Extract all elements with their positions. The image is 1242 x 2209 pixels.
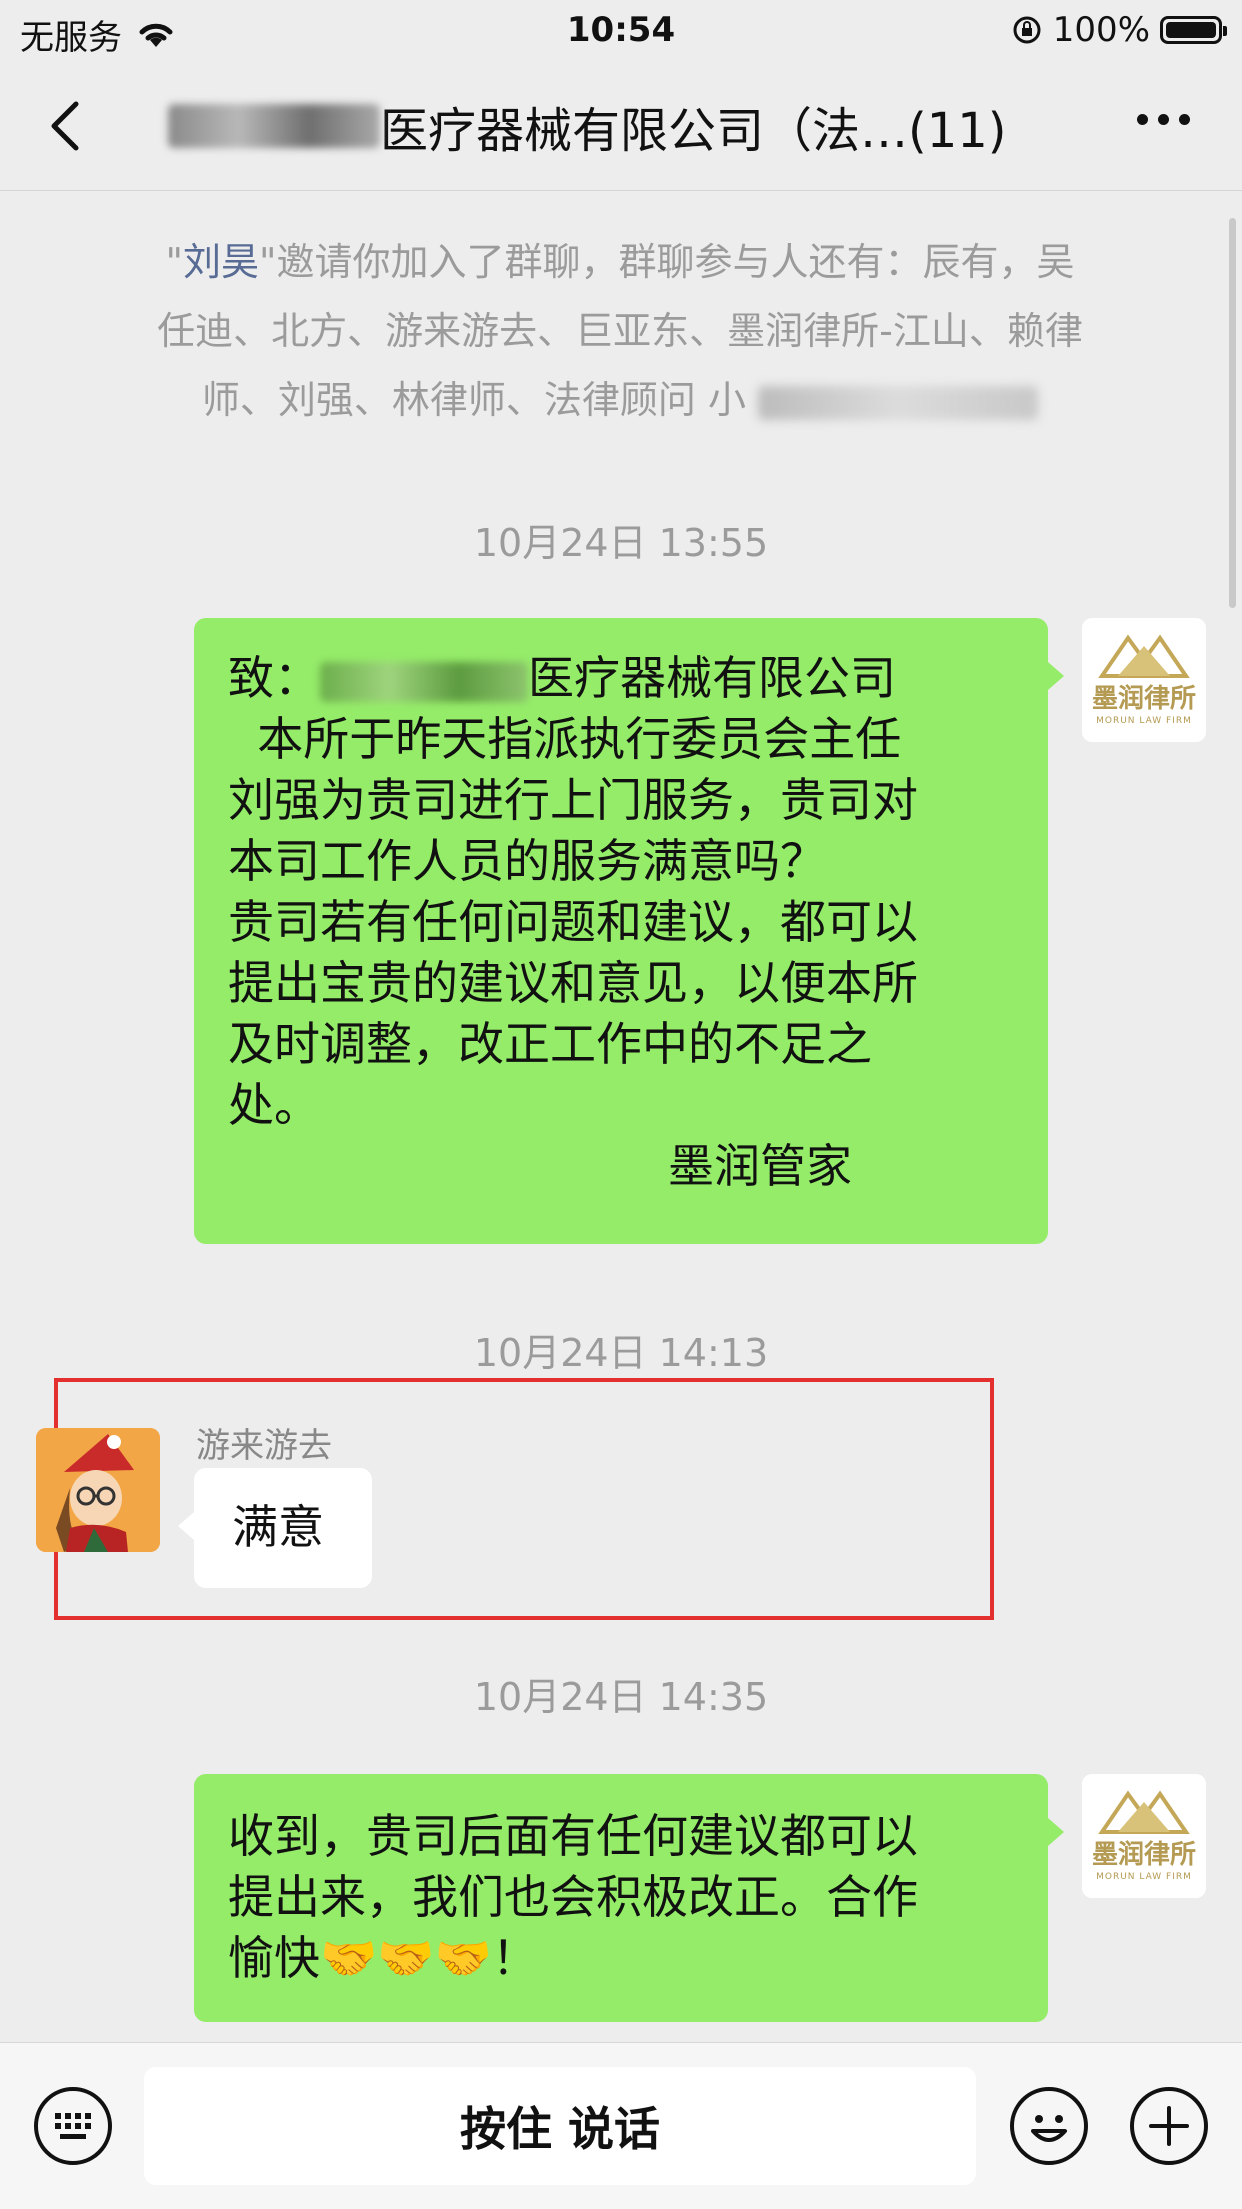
- hold-to-talk-button[interactable]: 按住 说话: [144, 2067, 976, 2185]
- notice-line3: 师、刘强、林律师、法律顾问 小: [201, 378, 746, 422]
- message-line: 愉快🤝🤝🤝！: [228, 1931, 538, 1985]
- inviter-name[interactable]: 刘昊: [183, 240, 259, 284]
- status-right: 100%: [1011, 10, 1227, 50]
- message-line: 及时调整，改正工作中的不足之: [228, 1017, 872, 1071]
- notice-line1: "邀请你加入了群聊，群聊参与人还有：辰有，吴: [259, 240, 1075, 284]
- user-avatar[interactable]: [36, 1428, 160, 1552]
- notice-quote-open: ": [165, 240, 183, 284]
- incoming-message-bubble[interactable]: 满意: [194, 1468, 372, 1588]
- message-line: 贵司若有任何问题和建议，都可以: [228, 895, 918, 949]
- chat-title-text: 医疗器械有限公司（法…(11): [380, 103, 1007, 159]
- redacted-company-name: [320, 661, 528, 702]
- firm-avatar-name: 墨润律所: [1091, 684, 1196, 714]
- firm-avatar[interactable]: 墨润律所 MORUN LAW FIRM: [1082, 1774, 1206, 1898]
- message-line: 刘强为贵司进行上门服务，贵司对: [228, 773, 918, 827]
- bubble-tail: [178, 1512, 194, 1540]
- chat-input-bar: 按住 说话: [0, 2042, 1242, 2209]
- redacted-contact: [758, 385, 1039, 420]
- message-line: 致： 医疗器械有限公司: [228, 651, 896, 705]
- message-timestamp: 10月24日 14:13: [473, 1331, 769, 1375]
- outgoing-message-bubble[interactable]: 致： 医疗器械有限公司 本所于昨天指派执行委员会主任 刘强为贵司进行上门服务，贵司…: [194, 618, 1048, 1244]
- message-timestamp: 10月24日 13:55: [473, 521, 769, 565]
- message-line: 本所于昨天指派执行委员会主任: [228, 712, 902, 766]
- back-chevron-icon[interactable]: [40, 98, 96, 154]
- orientation-lock-icon: [1013, 16, 1041, 44]
- group-join-notice: "刘昊"邀请你加入了群聊，群聊参与人还有：辰有，吴 任迪、北方、游来游去、巨亚东…: [90, 228, 1150, 435]
- sender-name: 游来游去: [196, 1426, 332, 1466]
- outgoing-message-bubble[interactable]: 收到，贵司后面有任何建议都可以 提出来，我们也会积极改正。合作 愉快🤝🤝🤝！: [194, 1774, 1048, 2022]
- mountain-logo-icon: [1098, 634, 1190, 678]
- mountain-logo-icon: [1098, 1790, 1190, 1834]
- more-options-icon[interactable]: [1137, 114, 1190, 125]
- message-line: 本司工作人员的服务满意吗？: [228, 834, 826, 888]
- notice-line2: 任迪、北方、游来游去、巨亚东、墨润律所-江山、赖律: [157, 309, 1083, 353]
- firm-avatar-subtitle: MORUN LAW FIRM: [1096, 1872, 1192, 1882]
- bubble-tail: [1048, 662, 1064, 690]
- message-line: 提出来，我们也会积极改正。合作: [228, 1870, 918, 1924]
- firm-avatar[interactable]: 墨润律所 MORUN LAW FIRM: [1082, 618, 1206, 742]
- chat-title: 医疗器械有限公司（法…(11): [168, 96, 1048, 159]
- firm-avatar-subtitle: MORUN LAW FIRM: [1096, 716, 1192, 726]
- message-timestamp: 10月24日 14:35: [473, 1675, 769, 1719]
- battery-icon: [1160, 16, 1227, 44]
- emoji-icon[interactable]: [1010, 2087, 1088, 2165]
- keyboard-icon[interactable]: [34, 2087, 112, 2165]
- plus-icon[interactable]: [1130, 2087, 1208, 2165]
- redacted-company-name: [168, 104, 380, 148]
- status-bar: 无服务 10:54 100%: [0, 0, 1242, 62]
- bubble-tail: [1048, 1818, 1064, 1846]
- message-text: 满意: [232, 1500, 324, 1554]
- message-line: 收到，贵司后面有任何建议都可以: [228, 1809, 918, 1863]
- firm-avatar-name: 墨润律所: [1091, 1840, 1196, 1870]
- cartoon-girl-avatar: [36, 1428, 160, 1552]
- nav-bar: 医疗器械有限公司（法…(11): [0, 62, 1242, 191]
- message-signature: 墨润管家: [668, 1139, 852, 1193]
- message-line: 提出宝贵的建议和意见，以便本所: [228, 956, 918, 1010]
- message-line: 处。: [228, 1078, 320, 1132]
- battery-percent: 100%: [1052, 10, 1150, 50]
